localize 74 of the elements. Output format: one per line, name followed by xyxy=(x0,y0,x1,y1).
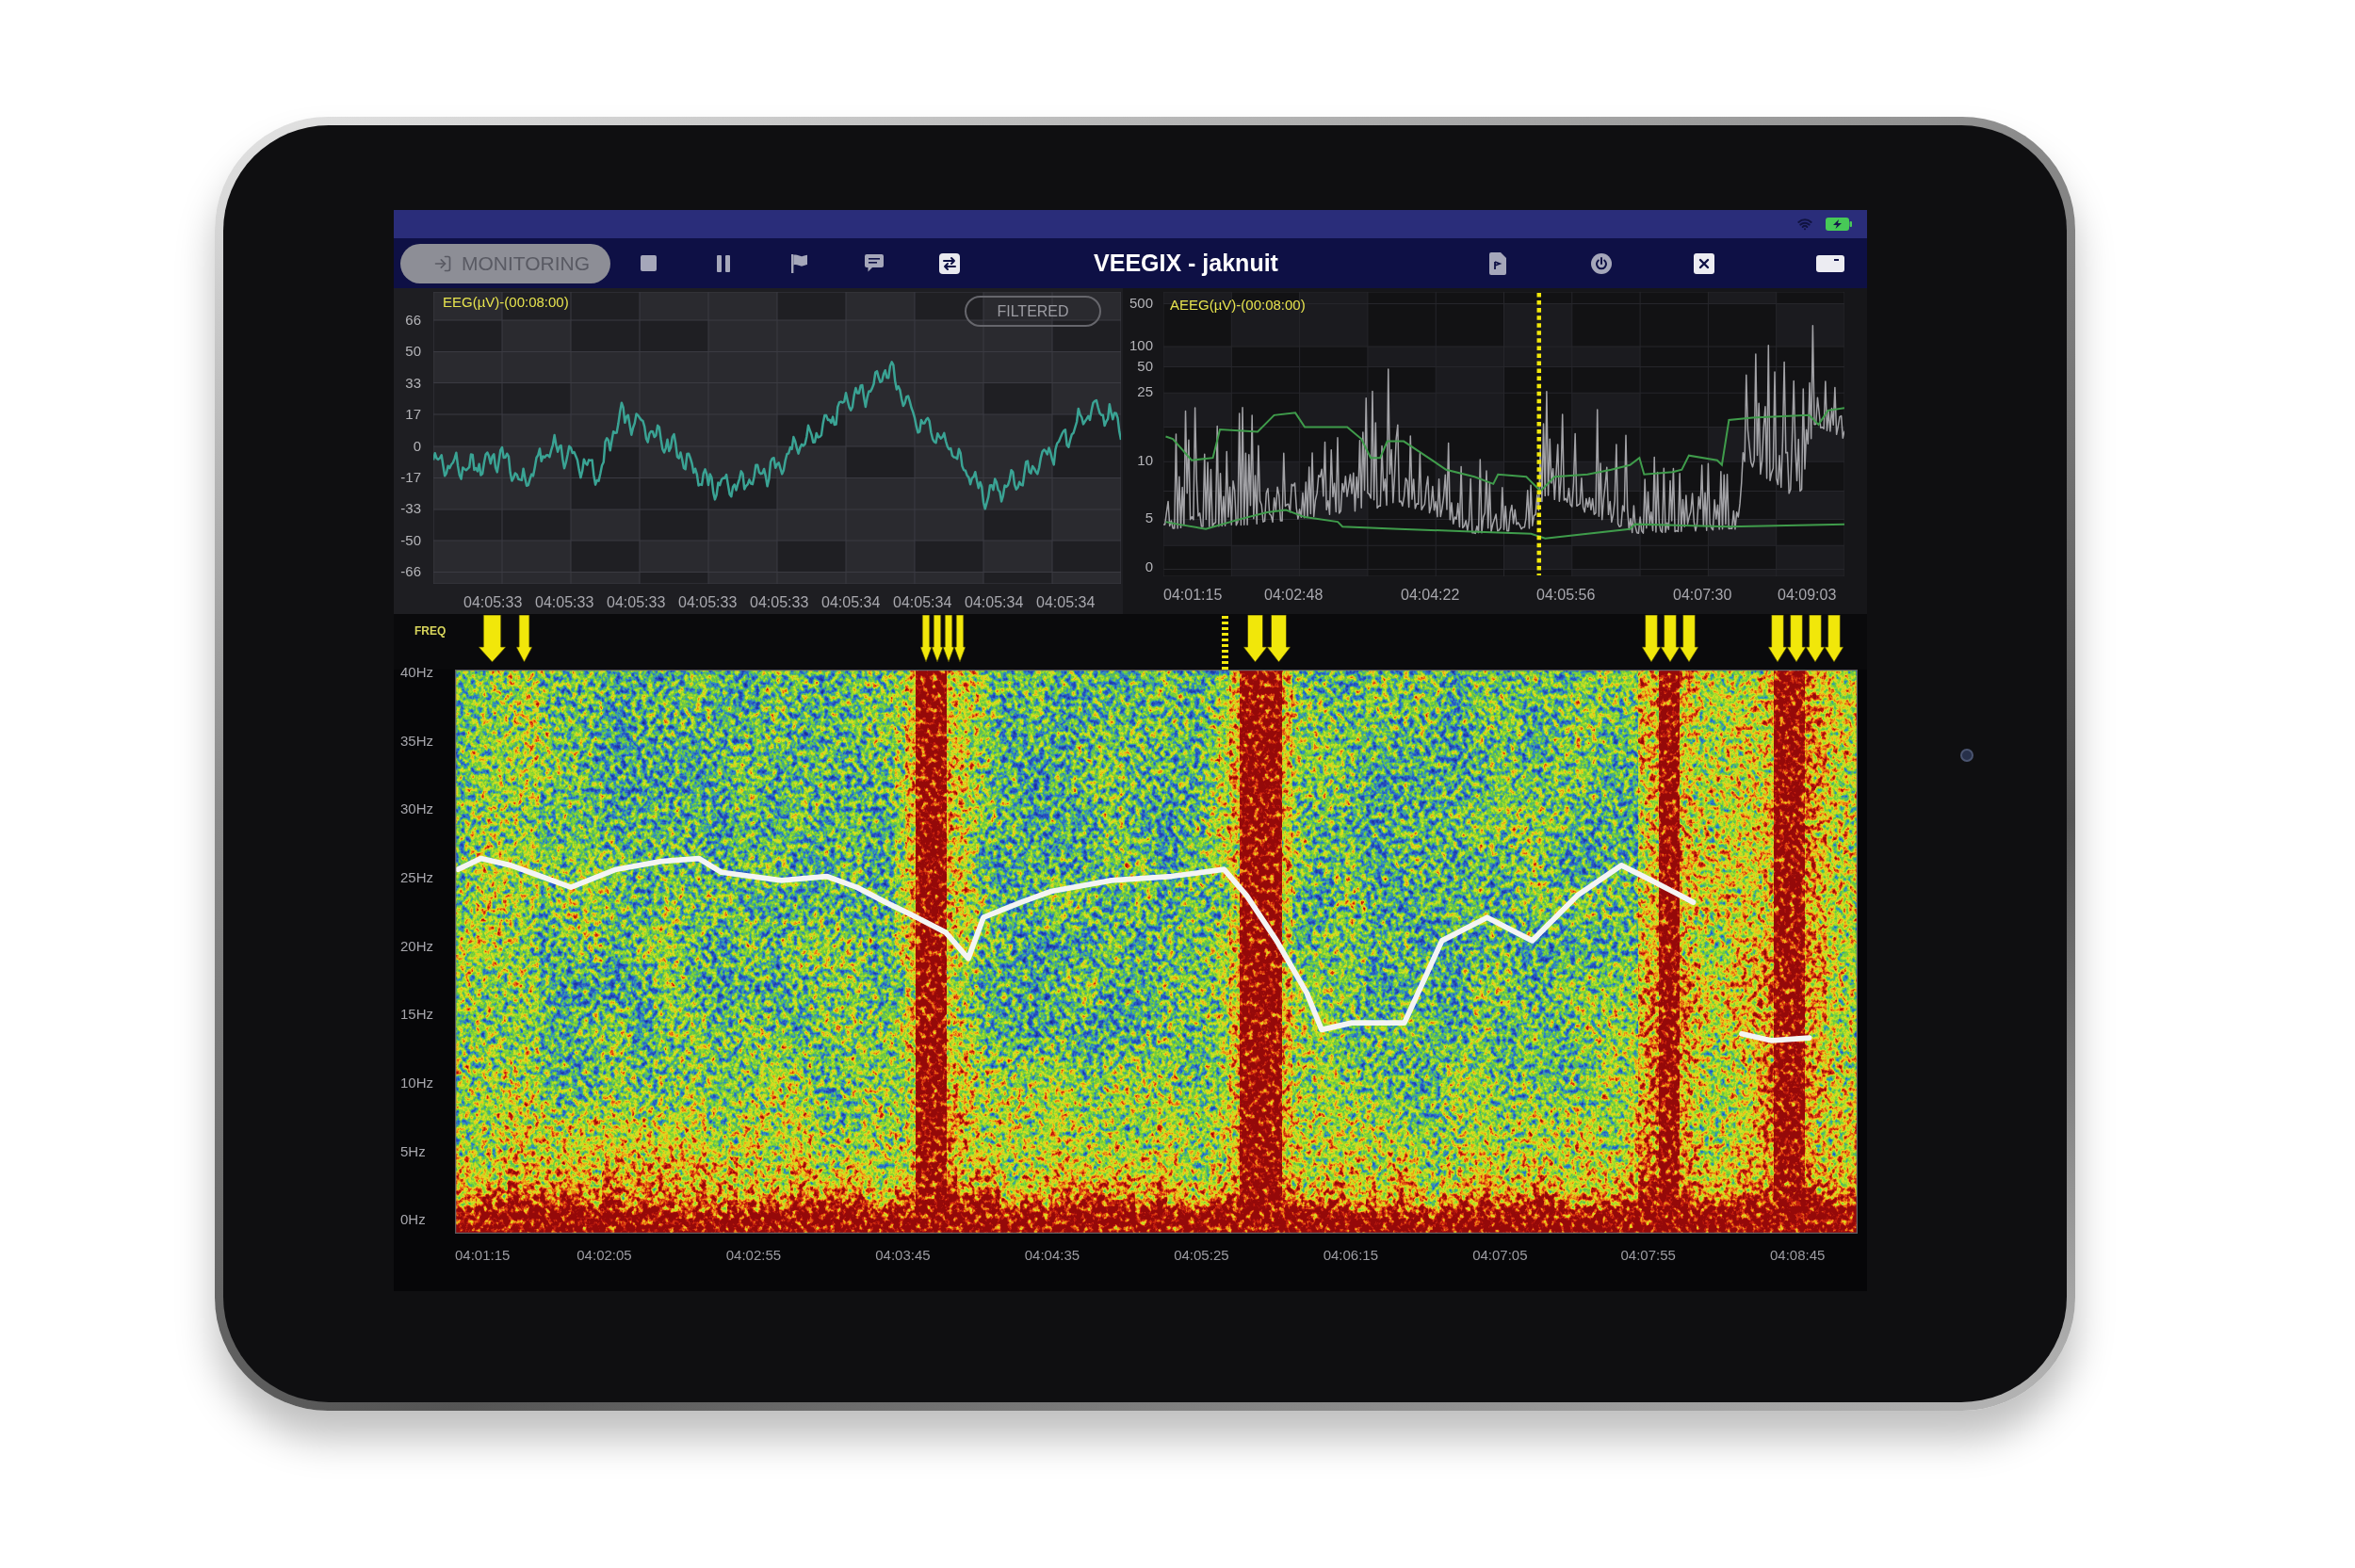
battery-icon xyxy=(1826,218,1852,231)
axis-label: 50 xyxy=(1137,359,1153,374)
camera-icon xyxy=(1960,749,1973,762)
down-arrow-icon xyxy=(1243,615,1291,662)
axis-label: 5Hz xyxy=(400,1141,426,1161)
axis-label: 04:01:15 xyxy=(1163,587,1223,603)
axis-label: 25Hz xyxy=(400,868,434,887)
comment-icon[interactable] xyxy=(865,254,884,272)
axis-label: 30Hz xyxy=(400,800,434,819)
down-arrow-icon xyxy=(1768,615,1843,662)
axis-label: -33 xyxy=(400,499,421,519)
axis-label: 500 xyxy=(1129,296,1153,311)
axis-label: 04:07:30 xyxy=(1673,587,1732,603)
window-icon[interactable] xyxy=(1816,254,1844,272)
axis-label: 66 xyxy=(405,311,421,330)
axis-label: 100 xyxy=(1129,338,1153,353)
axis-label: 17 xyxy=(405,405,421,425)
app-title: VEEGIX - jaknuit xyxy=(1094,248,1278,278)
swap-icon[interactable] xyxy=(939,252,960,274)
axis-label: 04:01:15 xyxy=(455,1247,511,1264)
axis-label: 40Hz xyxy=(400,662,434,682)
axis-label: 04:05:33 xyxy=(463,594,523,610)
cursor-line xyxy=(1222,616,1228,670)
axis-label: 0 xyxy=(413,436,421,456)
flag-icon[interactable] xyxy=(790,253,807,273)
axis-label: 10Hz xyxy=(400,1074,434,1093)
axis-label: 04:06:15 xyxy=(1323,1247,1379,1264)
axis-label: 15Hz xyxy=(400,1005,434,1025)
wifi-icon xyxy=(1797,217,1812,232)
axis-label: -17 xyxy=(400,467,421,487)
axis-title: FREQ xyxy=(414,624,447,638)
power-icon[interactable] xyxy=(1591,252,1612,274)
axis-label: 5 xyxy=(1145,510,1153,525)
axis-label: 20Hz xyxy=(400,936,434,956)
down-arrow-icon xyxy=(920,615,966,662)
axis-label: 04:07:05 xyxy=(1472,1247,1528,1264)
axis-label: 35Hz xyxy=(400,731,434,751)
axis-label: 04:05:34 xyxy=(965,594,1024,610)
chart-title: EEG(µV)-(00:08:00) xyxy=(443,294,569,310)
axis-label: 04:08:45 xyxy=(1769,1247,1826,1264)
axis-label: -66 xyxy=(400,562,421,581)
axis-label: 04:05:25 xyxy=(1174,1247,1229,1264)
axis-label: 04:04:35 xyxy=(1024,1247,1080,1264)
down-arrow-icon xyxy=(516,615,532,662)
axis-label: 04:02:05 xyxy=(577,1247,632,1264)
axis-label: 04:05:33 xyxy=(607,594,666,610)
axis-label: 04:07:55 xyxy=(1620,1247,1676,1264)
down-arrow-icon xyxy=(1642,615,1698,662)
pause-icon[interactable] xyxy=(717,254,730,272)
filter-button[interactable]: FILTERED xyxy=(965,296,1101,327)
axis-label: 04:05:34 xyxy=(893,594,952,610)
sign-in-icon xyxy=(433,253,452,273)
axis-label: 04:05:33 xyxy=(535,594,594,610)
axis-label: 04:05:34 xyxy=(1036,594,1096,610)
document-icon[interactable] xyxy=(1489,251,1506,275)
axis-label: 0 xyxy=(1145,559,1153,574)
stop-icon[interactable] xyxy=(640,255,657,271)
axis-label: 10 xyxy=(1137,453,1153,468)
close-icon[interactable] xyxy=(1693,252,1714,274)
axis-label: 04:09:03 xyxy=(1778,587,1837,603)
axis-label: 04:05:34 xyxy=(821,594,881,610)
axis-label: 04:02:55 xyxy=(725,1247,782,1264)
axis-label: 04:05:56 xyxy=(1536,587,1596,603)
down-arrow-icon xyxy=(479,615,506,662)
axis-label: 50 xyxy=(405,342,421,362)
axis-label: 0Hz xyxy=(400,1210,426,1230)
axis-label: 04:05:33 xyxy=(678,594,738,610)
axis-label: 04:05:33 xyxy=(750,594,809,610)
axis-label: 33 xyxy=(405,373,421,393)
axis-label: 04:04:22 xyxy=(1401,587,1460,603)
axis-label: 04:02:48 xyxy=(1264,587,1324,603)
axis-label: -50 xyxy=(400,530,421,550)
axis-label: 25 xyxy=(1137,384,1153,399)
axis-label: 04:03:45 xyxy=(875,1247,931,1264)
